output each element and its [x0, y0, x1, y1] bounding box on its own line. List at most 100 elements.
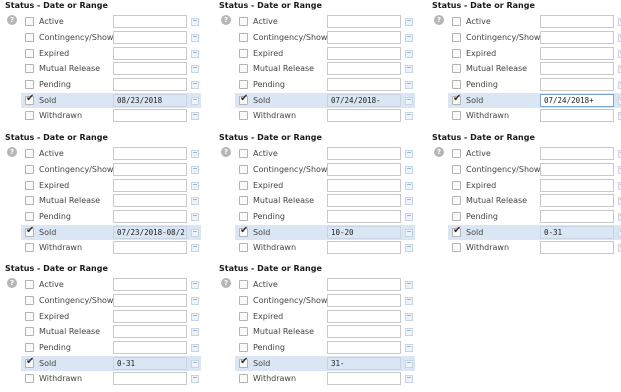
status-checkbox[interactable] [239, 212, 248, 221]
calendar-icon[interactable] [405, 244, 413, 252]
calendar-icon[interactable] [405, 360, 413, 368]
date-range-input[interactable] [113, 294, 187, 307]
status-checkbox[interactable] [239, 312, 248, 321]
date-range-input[interactable]: 08/23/2018 [113, 94, 187, 107]
date-range-input[interactable] [113, 310, 187, 323]
status-checkbox[interactable] [239, 243, 248, 252]
calendar-icon[interactable] [405, 281, 413, 289]
calendar-icon[interactable] [405, 344, 413, 352]
date-range-input[interactable] [113, 341, 187, 354]
calendar-icon[interactable] [405, 18, 413, 26]
calendar-icon[interactable] [191, 344, 199, 352]
status-checkbox[interactable] [239, 80, 248, 89]
date-range-input[interactable] [113, 31, 187, 44]
calendar-icon[interactable] [405, 375, 413, 383]
status-checkbox[interactable] [25, 165, 34, 174]
date-range-input[interactable] [113, 62, 187, 75]
status-checkbox[interactable] [239, 327, 248, 336]
date-range-input[interactable] [113, 179, 187, 192]
status-checkbox[interactable]: ✔ [239, 94, 248, 105]
calendar-icon[interactable] [191, 50, 199, 58]
date-range-input[interactable] [540, 147, 614, 160]
calendar-icon[interactable] [405, 97, 413, 105]
calendar-icon[interactable] [191, 34, 199, 42]
status-checkbox[interactable] [25, 312, 34, 321]
date-range-input[interactable] [327, 241, 401, 254]
status-checkbox[interactable] [25, 296, 34, 305]
calendar-icon[interactable] [191, 313, 199, 321]
status-checkbox[interactable] [25, 196, 34, 205]
date-range-input[interactable] [113, 241, 187, 254]
status-checkbox[interactable] [239, 280, 248, 289]
date-range-input[interactable] [327, 372, 401, 385]
calendar-icon[interactable] [191, 18, 199, 26]
status-checkbox[interactable] [25, 33, 34, 42]
status-checkbox[interactable] [25, 49, 34, 58]
status-checkbox[interactable] [25, 343, 34, 352]
status-checkbox[interactable] [452, 165, 461, 174]
date-range-input[interactable] [113, 163, 187, 176]
date-range-input[interactable] [327, 325, 401, 338]
calendar-icon[interactable] [405, 81, 413, 89]
date-range-input[interactable] [327, 294, 401, 307]
status-checkbox[interactable] [239, 165, 248, 174]
date-range-input[interactable]: 07/24/2018+ [540, 94, 614, 107]
date-range-input[interactable] [113, 325, 187, 338]
date-range-input[interactable]: 10-20 [327, 226, 401, 239]
status-checkbox[interactable] [25, 111, 34, 120]
date-range-input[interactable] [113, 15, 187, 28]
date-range-input[interactable] [327, 15, 401, 28]
date-range-input[interactable] [113, 194, 187, 207]
calendar-icon[interactable] [405, 213, 413, 221]
calendar-icon[interactable] [191, 244, 199, 252]
status-checkbox[interactable] [452, 196, 461, 205]
date-range-input[interactable]: 31- [327, 357, 401, 370]
date-range-input[interactable] [327, 194, 401, 207]
calendar-icon[interactable] [191, 375, 199, 383]
status-checkbox[interactable] [452, 33, 461, 42]
date-range-input[interactable] [113, 47, 187, 60]
date-range-input[interactable] [540, 109, 614, 122]
calendar-icon[interactable] [405, 197, 413, 205]
status-checkbox[interactable]: ✔ [452, 226, 461, 237]
calendar-icon[interactable] [191, 297, 199, 305]
date-range-input[interactable] [540, 179, 614, 192]
calendar-icon[interactable] [191, 182, 199, 190]
date-range-input[interactable] [540, 241, 614, 254]
calendar-icon[interactable] [405, 50, 413, 58]
status-checkbox[interactable] [25, 17, 34, 26]
date-range-input[interactable] [327, 78, 401, 91]
date-range-input[interactable] [113, 147, 187, 160]
status-checkbox[interactable] [452, 181, 461, 190]
calendar-icon[interactable] [191, 97, 199, 105]
status-checkbox[interactable] [452, 212, 461, 221]
date-range-input[interactable]: 0-31 [540, 226, 614, 239]
status-checkbox[interactable] [452, 17, 461, 26]
status-checkbox[interactable] [239, 149, 248, 158]
status-checkbox[interactable]: ✔ [25, 357, 34, 368]
date-range-input[interactable]: 07/24/2018- [327, 94, 401, 107]
date-range-input[interactable] [327, 163, 401, 176]
date-range-input[interactable] [540, 78, 614, 91]
status-checkbox[interactable] [452, 149, 461, 158]
date-range-input[interactable] [540, 47, 614, 60]
status-checkbox[interactable] [239, 181, 248, 190]
calendar-icon[interactable] [405, 150, 413, 158]
status-checkbox[interactable] [452, 80, 461, 89]
date-range-input[interactable] [113, 109, 187, 122]
calendar-icon[interactable] [405, 166, 413, 174]
date-range-input[interactable] [327, 147, 401, 160]
calendar-icon[interactable] [191, 65, 199, 73]
date-range-input[interactable] [113, 210, 187, 223]
calendar-icon[interactable] [191, 81, 199, 89]
calendar-icon[interactable] [191, 328, 199, 336]
status-checkbox[interactable]: ✔ [239, 226, 248, 237]
calendar-icon[interactable] [191, 229, 199, 237]
status-checkbox[interactable] [239, 343, 248, 352]
date-range-input[interactable] [327, 278, 401, 291]
status-checkbox[interactable] [25, 80, 34, 89]
date-range-input[interactable] [113, 372, 187, 385]
calendar-icon[interactable] [191, 112, 199, 120]
status-checkbox[interactable] [239, 33, 248, 42]
date-range-input[interactable] [540, 62, 614, 75]
